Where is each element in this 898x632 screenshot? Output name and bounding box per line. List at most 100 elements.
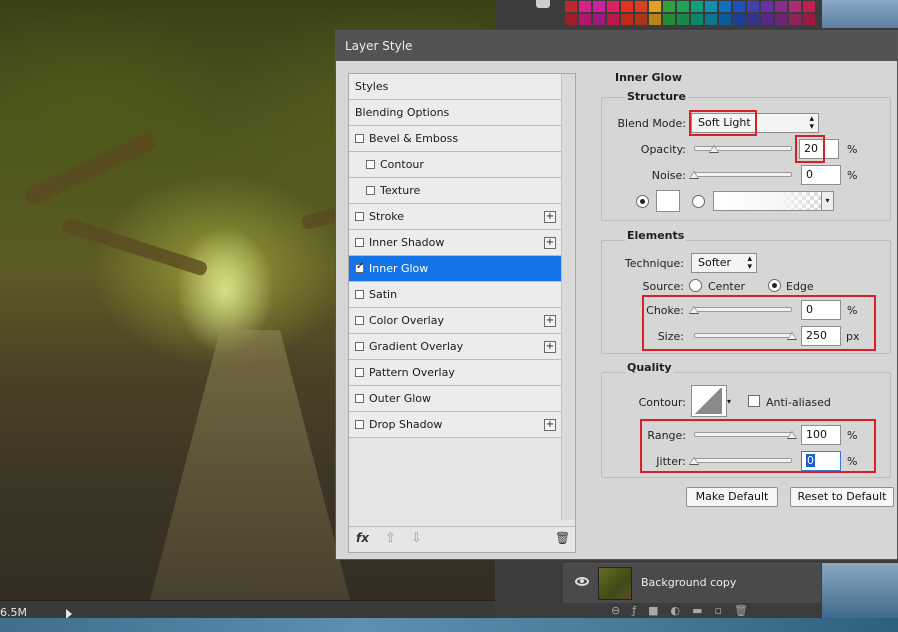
new-layer-icon[interactable]: ▫	[715, 604, 722, 617]
color-radio[interactable]	[636, 195, 649, 208]
style-item[interactable]: Texture	[349, 178, 561, 204]
add-style-plus-icon[interactable]: +	[544, 419, 556, 431]
style-item[interactable]: Gradient Overlay +	[349, 334, 561, 360]
adjustment-layer-icon[interactable]: ◐	[671, 604, 681, 617]
style-item[interactable]: Color Overlay +	[349, 308, 561, 334]
color-swatch[interactable]	[775, 1, 787, 12]
style-checkbox[interactable]	[355, 342, 364, 351]
style-item[interactable]: Bevel & Emboss	[349, 126, 561, 152]
color-swatch[interactable]	[635, 14, 647, 25]
noise-slider[interactable]	[694, 172, 792, 177]
color-swatch[interactable]	[719, 1, 731, 12]
style-checkbox[interactable]	[355, 212, 364, 221]
color-swatch[interactable]	[789, 14, 801, 25]
opacity-slider-thumb[interactable]	[708, 145, 719, 153]
color-swatch[interactable]	[789, 1, 801, 12]
add-style-plus-icon[interactable]: +	[544, 211, 556, 223]
styles-list-scrollbar[interactable]	[561, 74, 575, 520]
chevron-down-icon[interactable]: ▾	[821, 192, 833, 210]
style-item[interactable]: Satin	[349, 282, 561, 308]
source-edge-radio[interactable]	[768, 279, 781, 292]
color-swatch[interactable]	[607, 1, 619, 12]
delete-layer-icon[interactable]: 🗑	[734, 604, 748, 617]
color-swatch[interactable]	[649, 14, 661, 25]
color-swatch[interactable]	[677, 1, 689, 12]
color-swatch[interactable]	[621, 14, 633, 25]
color-swatch[interactable]	[579, 1, 591, 12]
mask-icon[interactable]: ■	[648, 604, 658, 617]
trash-icon[interactable]: 🗑	[555, 531, 570, 545]
chevron-down-icon[interactable]: ▾	[727, 397, 731, 406]
dialog-title[interactable]: Layer Style	[336, 31, 897, 61]
color-swatch[interactable]	[593, 14, 605, 25]
color-swatch[interactable]	[663, 1, 675, 12]
style-checkbox[interactable]	[366, 160, 375, 169]
noise-input[interactable]: 0	[801, 165, 841, 185]
color-swatch[interactable]	[691, 1, 703, 12]
make-default-button[interactable]: Make Default	[686, 487, 778, 507]
color-swatch[interactable]	[803, 14, 815, 25]
color-swatch[interactable]	[635, 1, 647, 12]
style-checkbox[interactable]	[355, 238, 364, 247]
move-up-arrow-icon[interactable]: ⇧	[385, 531, 396, 546]
add-style-plus-icon[interactable]: +	[544, 237, 556, 249]
move-down-arrow-icon[interactable]: ⇩	[411, 531, 422, 546]
color-swatch[interactable]	[677, 14, 689, 25]
style-item[interactable]: Drop Shadow +	[349, 412, 561, 438]
style-checkbox[interactable]	[355, 368, 364, 377]
color-swatch[interactable]	[691, 14, 703, 25]
style-checkbox[interactable]	[355, 290, 364, 299]
layer-style-icon[interactable]: ƒ	[632, 604, 636, 617]
style-item[interactable]: Blending Options	[349, 100, 561, 126]
add-style-plus-icon[interactable]: +	[544, 341, 556, 353]
gradient-radio[interactable]	[692, 195, 705, 208]
panel-tool-icon[interactable]	[536, 0, 550, 8]
style-item[interactable]: Outer Glow	[349, 386, 561, 412]
color-swatch[interactable]	[761, 14, 773, 25]
eye-visibility-icon[interactable]	[575, 577, 589, 586]
color-swatch[interactable]	[733, 1, 745, 12]
style-checkbox[interactable]	[355, 420, 364, 429]
color-swatch[interactable]	[719, 14, 731, 25]
color-swatch[interactable]	[565, 1, 577, 12]
style-item[interactable]: Pattern Overlay	[349, 360, 561, 386]
style-checkbox[interactable]	[366, 186, 375, 195]
color-swatch[interactable]	[705, 1, 717, 12]
style-checkbox[interactable]	[355, 261, 364, 273]
color-swatch[interactable]	[705, 14, 717, 25]
link-layers-icon[interactable]: ⊖	[611, 604, 620, 617]
color-swatch[interactable]	[565, 14, 577, 25]
gradient-picker[interactable]: ▾	[713, 191, 834, 211]
glow-color-swatch[interactable]	[656, 190, 680, 212]
reset-to-default-button[interactable]: Reset to Default	[790, 487, 894, 507]
color-swatch[interactable]	[621, 1, 633, 12]
style-item[interactable]: Inner Glow	[349, 256, 561, 282]
style-checkbox[interactable]	[355, 316, 364, 325]
noise-slider-thumb[interactable]	[689, 171, 699, 179]
anti-aliased-checkbox[interactable]	[748, 395, 760, 407]
technique-select[interactable]: Softer ▴ ▾	[691, 253, 757, 273]
contour-picker[interactable]	[691, 385, 727, 417]
color-swatch[interactable]	[607, 14, 619, 25]
fx-icon[interactable]: fx	[356, 531, 369, 545]
color-swatch[interactable]	[579, 14, 591, 25]
style-checkbox[interactable]	[355, 394, 364, 403]
style-checkbox[interactable]	[355, 134, 364, 143]
add-style-plus-icon[interactable]: +	[544, 315, 556, 327]
color-swatch[interactable]	[747, 1, 759, 12]
style-item[interactable]: Inner Shadow +	[349, 230, 561, 256]
style-item[interactable]: Styles	[349, 74, 561, 100]
source-center-radio[interactable]	[689, 279, 702, 292]
color-swatch[interactable]	[803, 1, 815, 12]
color-swatch[interactable]	[649, 1, 661, 12]
group-folder-icon[interactable]: ▬	[692, 604, 702, 617]
color-swatch[interactable]	[663, 14, 675, 25]
color-swatch[interactable]	[733, 14, 745, 25]
layer-row[interactable]: Background copy	[563, 563, 821, 603]
style-item[interactable]: Contour	[349, 152, 561, 178]
color-swatch[interactable]	[747, 14, 759, 25]
color-swatch[interactable]	[775, 14, 787, 25]
style-item[interactable]: Stroke +	[349, 204, 561, 230]
color-swatch[interactable]	[593, 1, 605, 12]
color-swatch[interactable]	[761, 1, 773, 12]
